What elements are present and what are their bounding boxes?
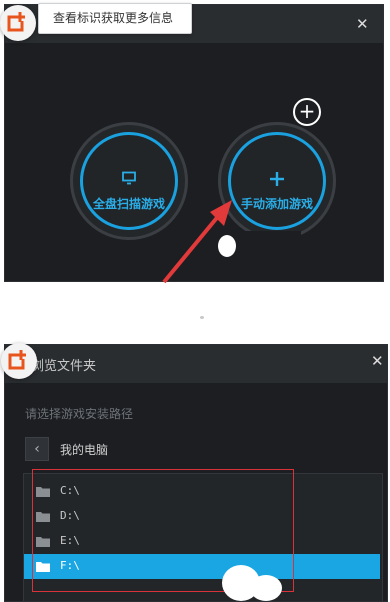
- close-icon[interactable]: ✕: [356, 17, 369, 32]
- artifact-blob: [250, 575, 282, 601]
- background-patch: [241, 231, 301, 279]
- navigation-row: ‹ 我的电脑: [25, 437, 375, 463]
- add-circle-icon[interactable]: +: [293, 98, 321, 126]
- artifact-dot: [200, 316, 204, 319]
- artifact-blob: [218, 235, 236, 257]
- app-logo-icon[interactable]: [1, 343, 37, 379]
- path-prompt: 请选择游戏安装路径: [25, 407, 134, 421]
- plus-icon: [270, 172, 284, 186]
- location-label: 我的电脑: [60, 443, 109, 457]
- app-logo-icon[interactable]: [0, 5, 36, 41]
- close-icon[interactable]: ✕: [371, 354, 384, 369]
- monitor-icon: [122, 171, 136, 185]
- back-button[interactable]: ‹: [25, 437, 49, 461]
- info-tooltip: 查看标识获取更多信息: [38, 3, 192, 34]
- dialog-title: 浏览文件夹: [31, 359, 97, 374]
